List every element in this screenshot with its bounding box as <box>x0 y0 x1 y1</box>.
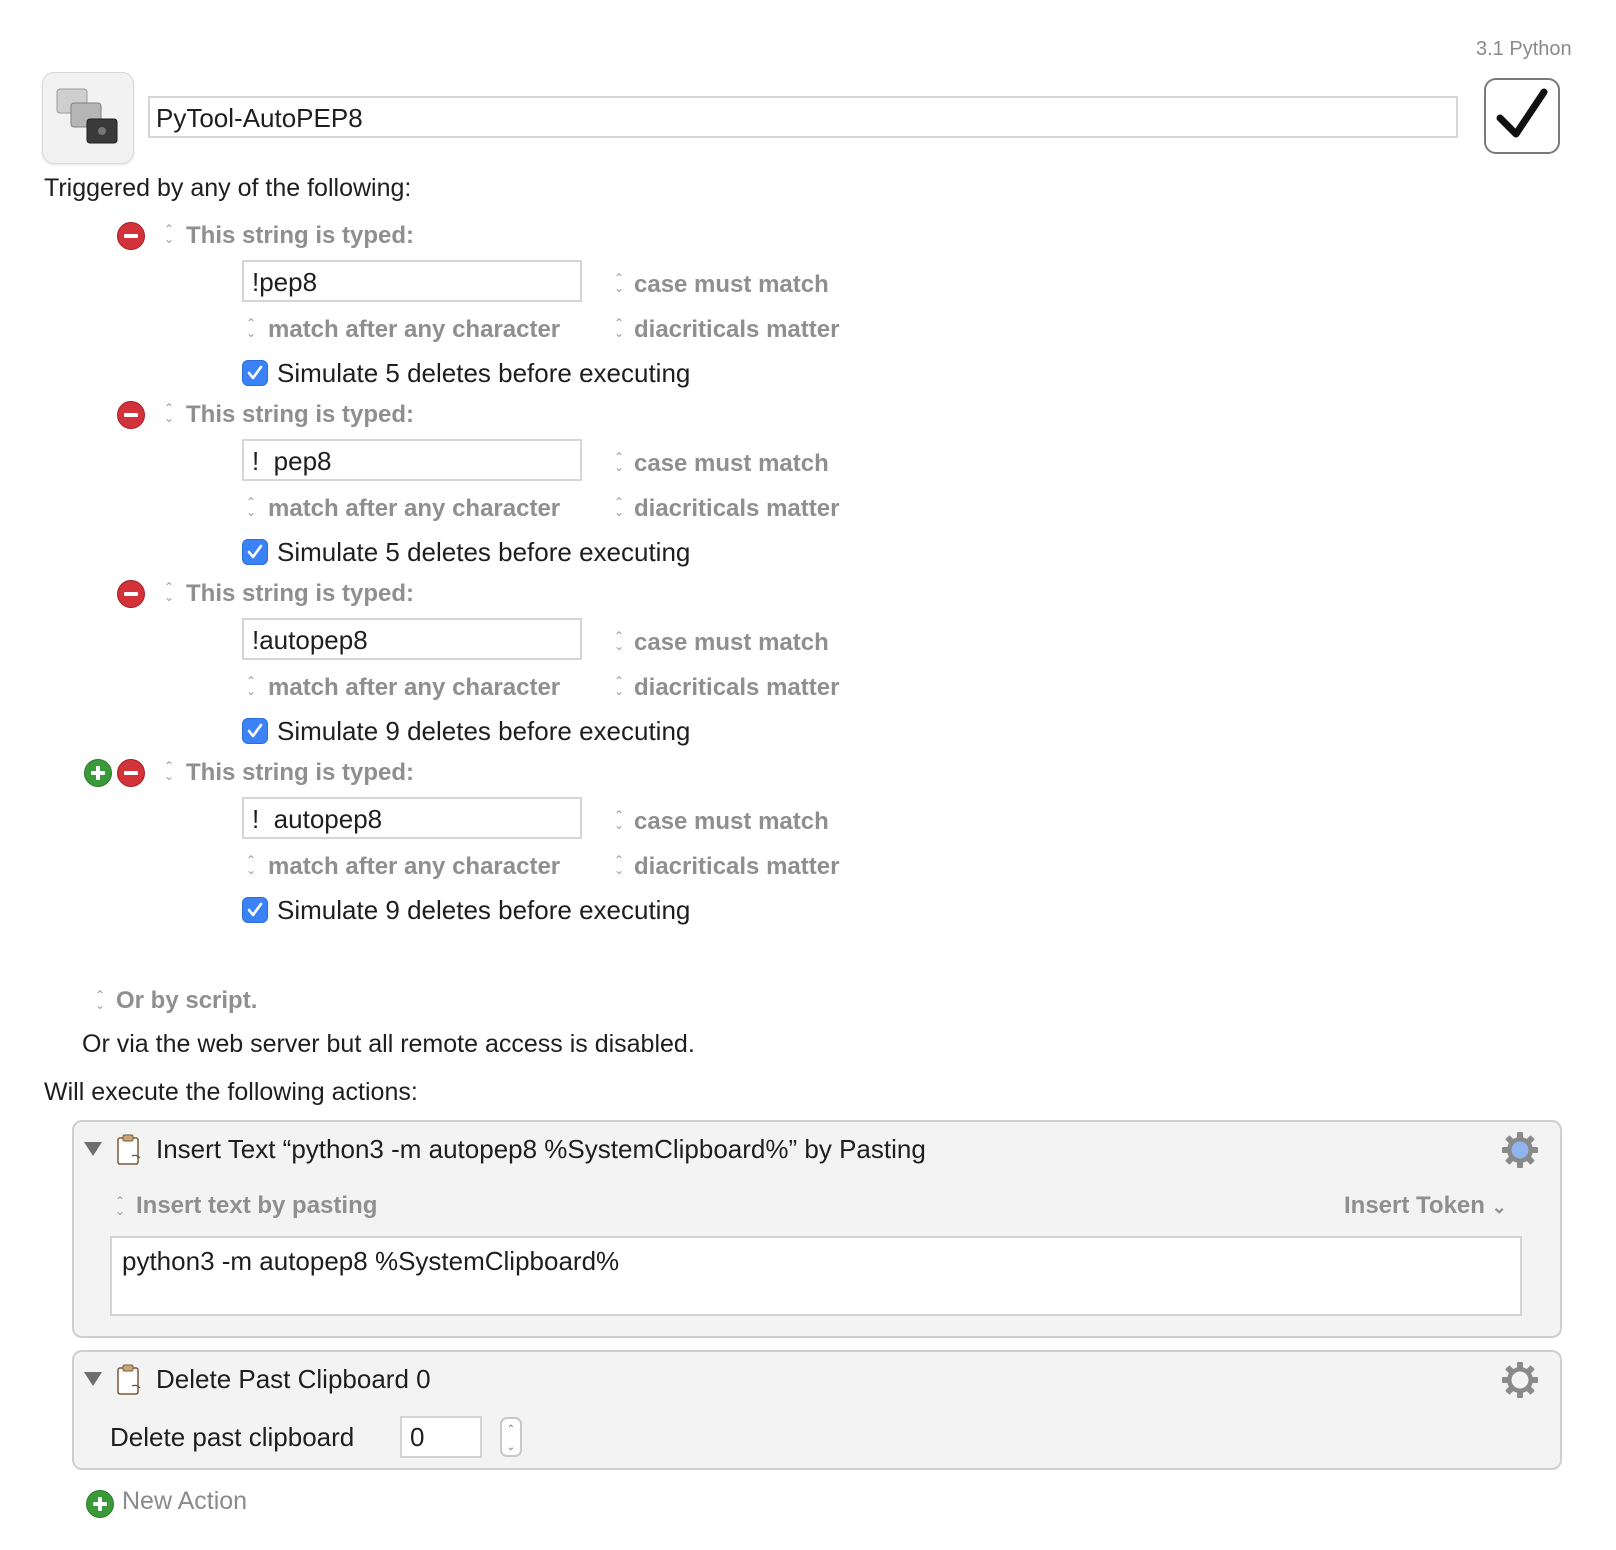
up-down-arrows-icon: ⌃ ⌄ <box>163 759 175 783</box>
up-down-arrows-icon: ⌃ ⌄ <box>613 316 625 340</box>
action-title: Delete Past Clipboard 0 <box>156 1364 431 1394</box>
trigger-type-popup[interactable]: This string is typed: <box>186 759 414 787</box>
trigger-string-field[interactable]: !pep8 <box>242 260 582 302</box>
up-down-arrows-icon: ⌃ ⌄ <box>613 495 625 519</box>
trigger-string-4: ⌃ ⌄ This string is typed: ! autopep8 ⌃ ⌄ c… <box>0 759 1616 944</box>
up-down-arrows-icon: ⌃ ⌄ <box>245 674 257 698</box>
remove-circle-icon[interactable] <box>117 222 145 250</box>
case-match-popup[interactable]: case must match <box>634 808 829 836</box>
up-down-arrows-icon: ⌃ ⌄ <box>613 271 625 295</box>
up-down-arrows-icon: ⌃ ⌄ <box>613 674 625 698</box>
clipboard-icon <box>117 1364 141 1395</box>
remove-circle-icon[interactable] <box>117 580 145 608</box>
disclosure-triangle-icon[interactable] <box>84 1372 102 1386</box>
simulate-deletes-checkbox[interactable] <box>242 539 268 565</box>
disclosure-triangle-icon[interactable] <box>84 1142 102 1156</box>
insert-token-menu[interactable]: Insert Token ⌄ <box>1344 1192 1507 1220</box>
trigger-string-field[interactable]: ! pep8 <box>242 439 582 481</box>
match-after-popup[interactable]: match after any character <box>268 853 560 881</box>
checkmark-icon <box>247 902 263 917</box>
match-after-popup[interactable]: match after any character <box>268 495 560 523</box>
up-down-arrows-icon: ⌃ ⌄ <box>245 495 257 519</box>
up-down-arrows-icon: ⌃ ⌄ <box>94 988 106 1012</box>
gear-icon[interactable] <box>1500 1130 1540 1170</box>
trigger-string-3: ⌃ ⌄ This string is typed: !autopep8 ⌃ ⌄ ca… <box>0 580 1616 765</box>
up-down-arrows-icon: ⌃ ⌄ <box>613 853 625 877</box>
add-circle-icon[interactable] <box>86 1490 114 1518</box>
simulate-deletes-label: Simulate 9 deletes before executing <box>277 895 691 925</box>
clipboard-index-stepper[interactable]: ⌃ ⌄ <box>500 1417 522 1457</box>
simulate-deletes-checkbox[interactable] <box>242 897 268 923</box>
trigger-type-popup[interactable]: This string is typed: <box>186 401 414 429</box>
macro-group-icon <box>56 88 118 144</box>
up-down-arrows-icon: ⌃ ⌄ <box>114 1194 126 1218</box>
up-down-arrows-icon: ⌃ ⌄ <box>163 580 175 604</box>
delete-past-clipboard-label: Delete past clipboard <box>110 1422 355 1452</box>
match-after-popup[interactable]: match after any character <box>268 674 560 702</box>
case-match-popup[interactable]: case must match <box>634 450 829 478</box>
case-match-popup[interactable]: case must match <box>634 629 829 657</box>
checkmark-icon <box>247 365 263 380</box>
insert-mode-popup[interactable]: Insert text by pasting <box>136 1192 377 1220</box>
trigger-string-field[interactable]: !autopep8 <box>242 618 582 660</box>
up-down-arrows-icon: ⌃ ⌄ <box>245 316 257 340</box>
up-down-arrows-icon: ⌃ ⌄ <box>613 450 625 474</box>
trigger-type-popup[interactable]: This string is typed: <box>186 222 414 250</box>
triggers-heading: Triggered by any of the following: <box>44 174 412 202</box>
or-by-script-popup[interactable]: Or by script. <box>116 987 257 1015</box>
action-insert-text: Insert Text “python3 -m autopep8 %System… <box>72 1120 1562 1338</box>
up-down-arrows-icon: ⌃ ⌄ <box>245 853 257 877</box>
add-circle-icon[interactable] <box>84 759 112 787</box>
macro-icon[interactable] <box>42 72 134 164</box>
diacriticals-popup[interactable]: diacriticals matter <box>634 674 839 702</box>
trigger-type-popup[interactable]: This string is typed: <box>186 580 414 608</box>
remove-circle-icon[interactable] <box>117 401 145 429</box>
diacriticals-popup[interactable]: diacriticals matter <box>634 853 839 881</box>
up-down-arrows-icon: ⌃ ⌄ <box>163 401 175 425</box>
case-match-popup[interactable]: case must match <box>634 271 829 299</box>
clipboard-icon <box>117 1134 141 1165</box>
checkmark-icon <box>1496 88 1548 138</box>
up-down-arrows-icon: ⌃ ⌄ <box>613 808 625 832</box>
up-down-arrows-icon: ⌃ ⌄ <box>163 222 175 246</box>
web-server-text: Or via the web server but all remote acc… <box>82 1030 695 1058</box>
checkmark-icon <box>247 723 263 738</box>
insert-token-label: Insert Token <box>1344 1192 1485 1219</box>
action-delete-past-clipboard: Delete Past Clipboard 0 Delete past clip… <box>72 1350 1562 1470</box>
action-title: Insert Text “python3 -m autopep8 %System… <box>156 1134 926 1164</box>
simulate-deletes-label: Simulate 9 deletes before executing <box>277 716 691 746</box>
up-down-arrows-icon: ⌃ ⌄ <box>613 629 625 653</box>
simulate-deletes-label: Simulate 5 deletes before executing <box>277 358 691 388</box>
diacriticals-popup[interactable]: diacriticals matter <box>634 316 839 344</box>
new-action-button[interactable]: New Action <box>122 1487 247 1516</box>
trigger-string-2: ⌃ ⌄ This string is typed: ! pep8 ⌃ ⌄ case … <box>0 401 1616 586</box>
clipboard-index-field[interactable]: 0 <box>400 1416 482 1458</box>
up-down-arrows-icon: ⌃ ⌄ <box>506 1424 516 1453</box>
simulate-deletes-checkbox[interactable] <box>242 360 268 386</box>
match-after-popup[interactable]: match after any character <box>268 316 560 344</box>
actions-heading: Will execute the following actions: <box>44 1078 418 1106</box>
macro-enabled-checkbox[interactable] <box>1484 78 1560 154</box>
trigger-string-1: ⌃ ⌄ This string is typed: !pep8 ⌃ ⌄ case m… <box>0 222 1616 407</box>
remove-circle-icon[interactable] <box>117 759 145 787</box>
checkmark-icon <box>247 544 263 559</box>
macro-name-field[interactable]: PyTool-AutoPEP8 <box>148 96 1458 138</box>
macro-group-label: 3.1 Python <box>1476 38 1572 60</box>
diacriticals-popup[interactable]: diacriticals matter <box>634 495 839 523</box>
simulate-deletes-label: Simulate 5 deletes before executing <box>277 537 691 567</box>
simulate-deletes-checkbox[interactable] <box>242 718 268 744</box>
chevron-down-icon: ⌄ <box>1491 1197 1507 1217</box>
gear-icon[interactable] <box>1500 1360 1540 1400</box>
insert-text-area[interactable]: python3 -m autopep8 %SystemClipboard% <box>110 1236 1522 1316</box>
trigger-string-field[interactable]: ! autopep8 <box>242 797 582 839</box>
